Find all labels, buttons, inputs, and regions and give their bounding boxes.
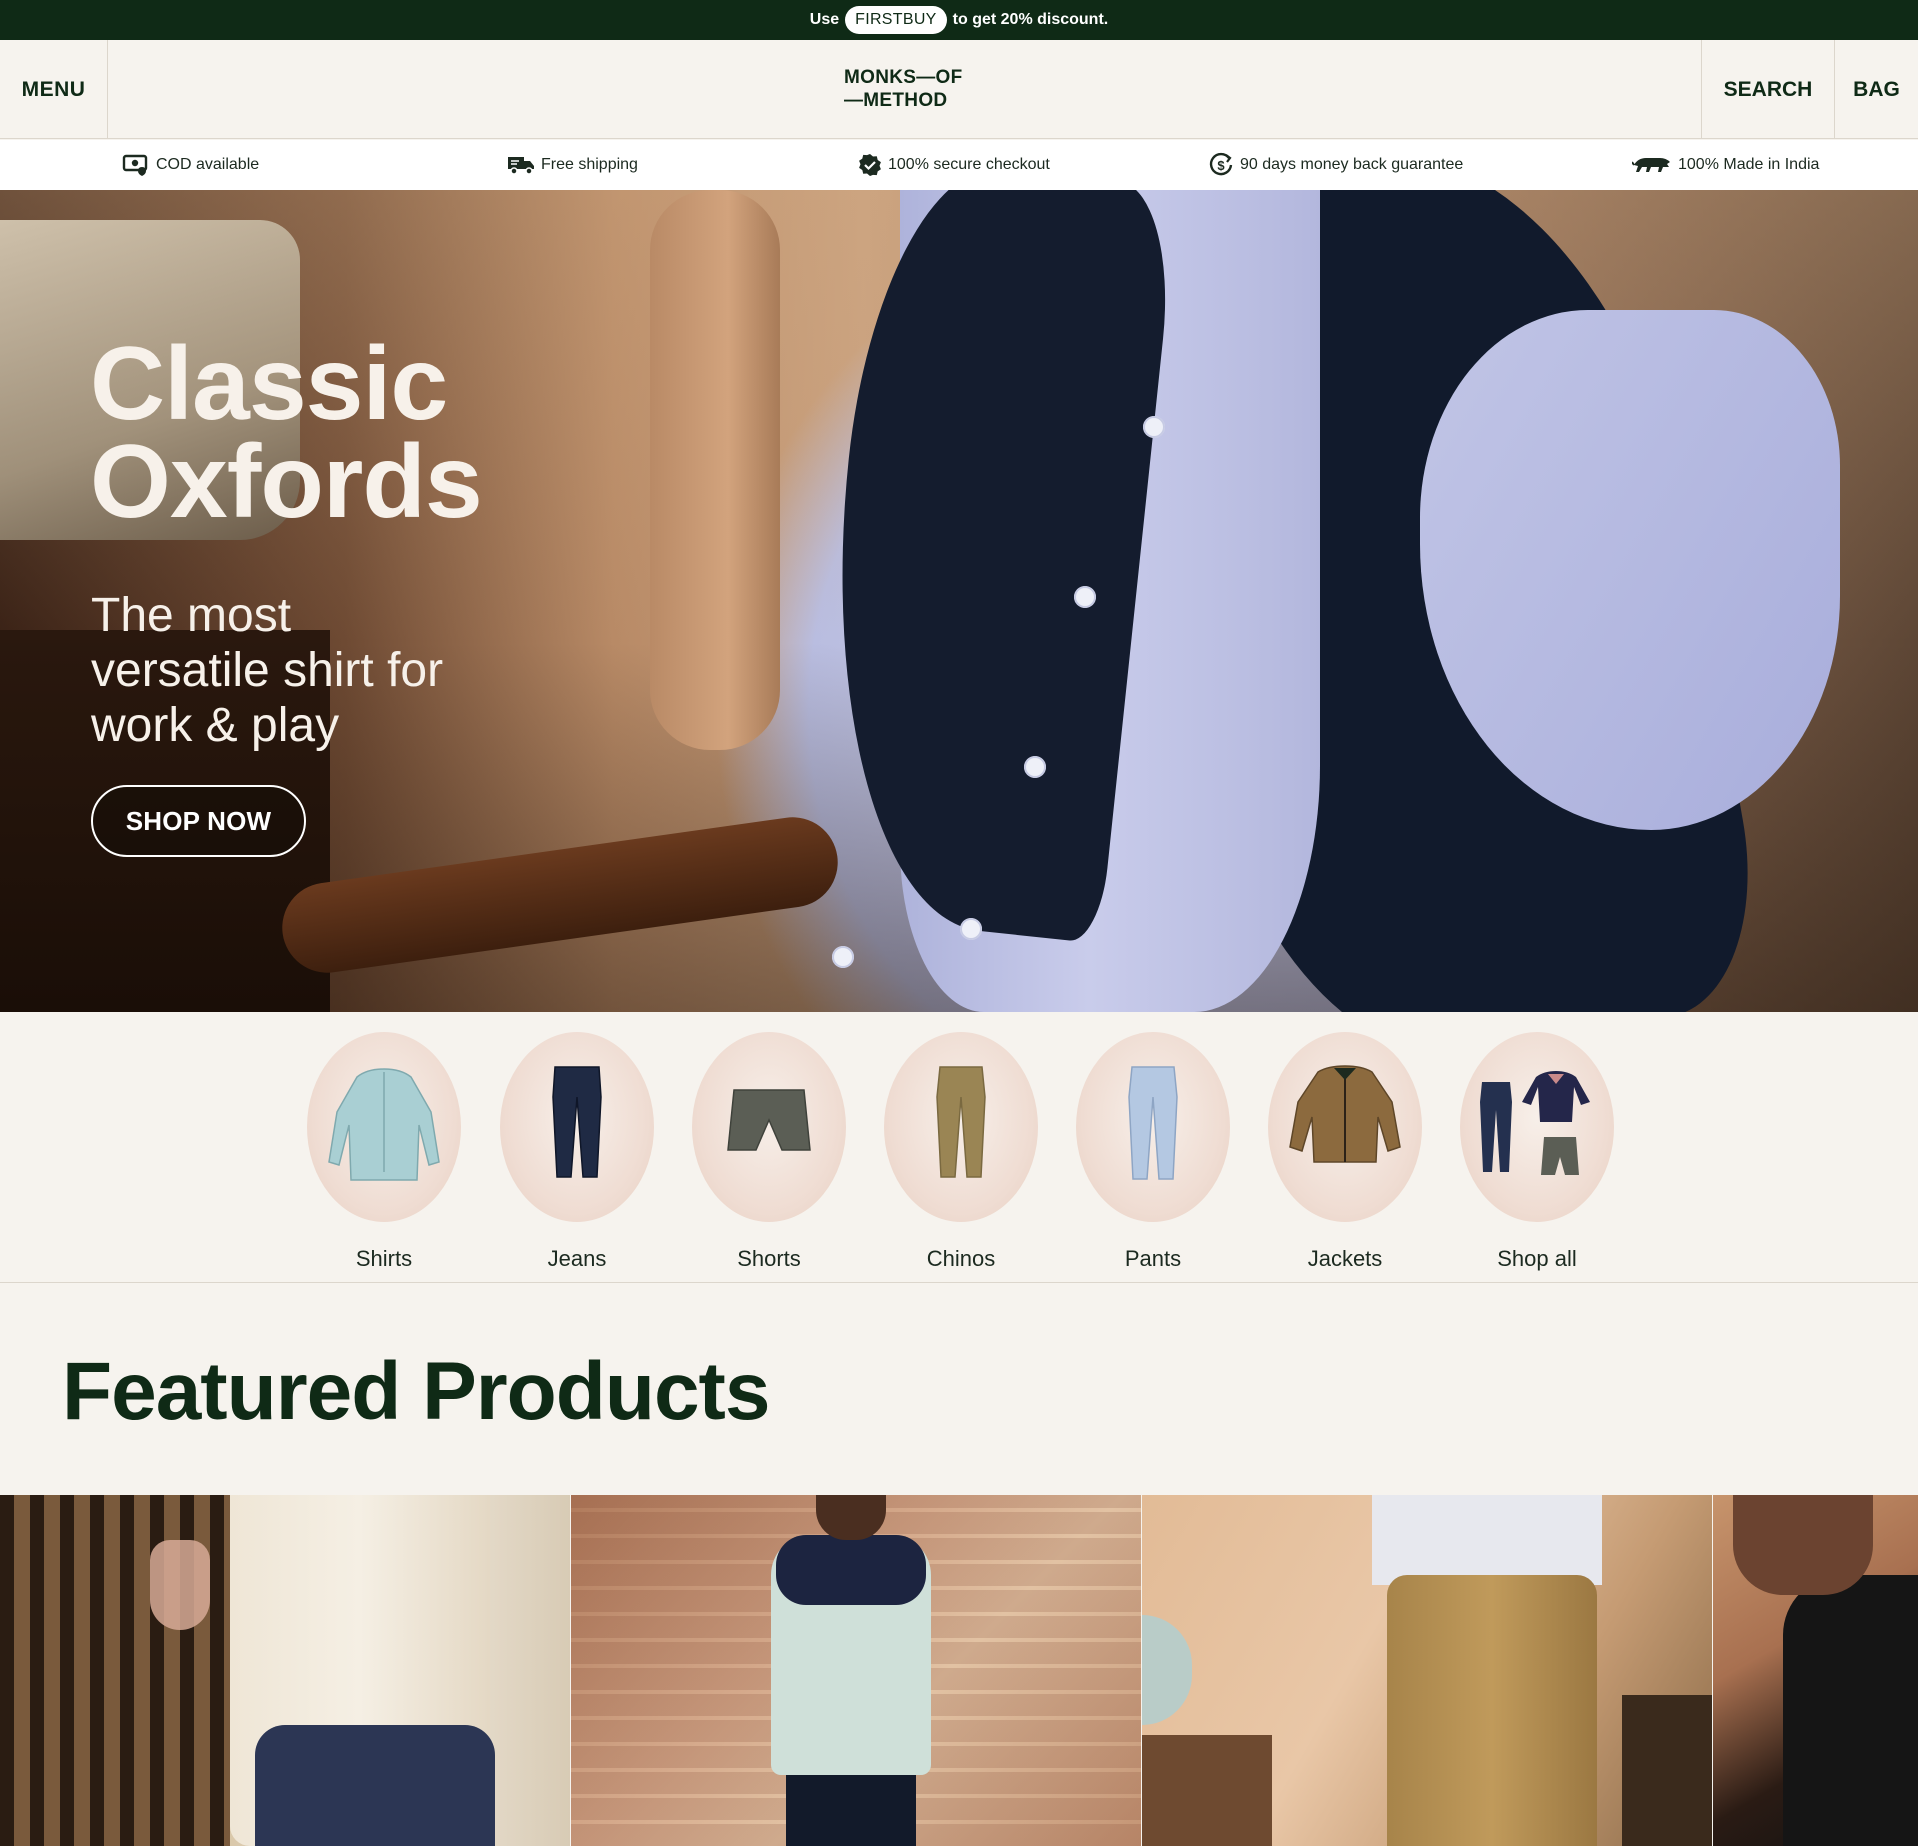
shirt-button-image bbox=[1143, 416, 1165, 438]
truck-icon bbox=[508, 157, 534, 175]
usp-shipping-label: Free shipping bbox=[541, 156, 638, 173]
category-strip: Shirts Jeans Shorts Chinos Pants Jackets… bbox=[0, 1012, 1918, 1283]
bag-button[interactable]: BAG bbox=[1834, 40, 1918, 139]
product-card-image[interactable] bbox=[0, 1495, 570, 1846]
usp-shipping: Free shipping bbox=[507, 140, 638, 190]
svg-text:$: $ bbox=[1217, 158, 1225, 173]
product-card-image[interactable] bbox=[1713, 1495, 1918, 1846]
search-button[interactable]: SEARCH bbox=[1701, 40, 1834, 139]
jeans-thumb-icon bbox=[500, 1032, 654, 1222]
category-chinos[interactable]: Chinos bbox=[884, 1032, 1040, 1282]
shorts-thumb-icon bbox=[692, 1032, 846, 1222]
money-back-icon: $ bbox=[1209, 152, 1233, 176]
shirt-button-image bbox=[832, 946, 854, 968]
product-card-image[interactable] bbox=[1142, 1495, 1712, 1846]
shirt-thumb-icon bbox=[307, 1032, 461, 1222]
shirt-button-image bbox=[960, 918, 982, 940]
product-card-image[interactable] bbox=[571, 1495, 1141, 1846]
category-jackets[interactable]: Jackets bbox=[1268, 1032, 1424, 1282]
trousers-image bbox=[786, 1775, 916, 1846]
category-label: Jackets bbox=[1307, 1246, 1383, 1271]
category-pants[interactable]: Pants bbox=[1076, 1032, 1232, 1282]
usp-bar: COD available Free shipping 100% secure … bbox=[0, 140, 1918, 190]
category-jeans[interactable]: Jeans bbox=[500, 1032, 656, 1282]
hero-arm-image bbox=[650, 190, 780, 750]
face-image bbox=[1733, 1495, 1873, 1595]
shop-all-thumb-icon bbox=[1460, 1032, 1614, 1222]
promo-code-badge[interactable]: FIRSTBUY bbox=[845, 6, 947, 34]
wine-glass-image bbox=[150, 1540, 210, 1630]
category-label: Shop all bbox=[1497, 1246, 1577, 1271]
frame-image bbox=[1622, 1695, 1712, 1846]
chinos-thumb-icon bbox=[884, 1032, 1038, 1222]
hero-banner[interactable]: Classic Oxfords The most versatile shirt… bbox=[0, 190, 1918, 1012]
shirt-button-image bbox=[1024, 756, 1046, 778]
category-shirts[interactable]: Shirts bbox=[307, 1032, 463, 1282]
jacket-thumb-icon bbox=[1268, 1032, 1422, 1222]
usp-made-in-india-label: 100% Made in India bbox=[1678, 156, 1820, 173]
logo-line-1: MONKS—OF bbox=[844, 67, 963, 88]
side-table-image bbox=[1142, 1735, 1272, 1846]
globe-image bbox=[1142, 1615, 1192, 1725]
usp-cod: COD available bbox=[122, 140, 259, 190]
usp-secure: 100% secure checkout bbox=[858, 140, 1050, 190]
verified-check-icon bbox=[859, 154, 881, 176]
usp-money-back: $ 90 days money back guarantee bbox=[1208, 140, 1463, 190]
hero-title-line-1: Classic bbox=[90, 326, 448, 442]
dark-shirt-image bbox=[1783, 1575, 1918, 1846]
hero-subtitle: The most versatile shirt for work & play bbox=[91, 589, 444, 752]
shop-now-button[interactable]: SHOP NOW bbox=[91, 785, 306, 857]
category-label: Shorts bbox=[737, 1246, 801, 1271]
hero-title-line-2: Oxfords bbox=[90, 424, 483, 540]
white-shirt-image bbox=[1372, 1495, 1602, 1585]
usp-cod-label: COD available bbox=[156, 156, 260, 173]
category-shorts[interactable]: Shorts bbox=[692, 1032, 848, 1282]
featured-products-heading: Featured Products bbox=[62, 1346, 770, 1437]
product-carousel bbox=[0, 1495, 1918, 1846]
hero-title: Classic Oxfords bbox=[90, 326, 483, 540]
cash-icon bbox=[122, 154, 148, 176]
promo-prefix: Use bbox=[809, 11, 840, 28]
lion-icon bbox=[1632, 158, 1670, 172]
menu-button[interactable]: MENU bbox=[0, 40, 108, 139]
pants-thumb-icon bbox=[1076, 1032, 1230, 1222]
usp-money-back-label: 90 days money back guarantee bbox=[1240, 156, 1464, 173]
trousers-image bbox=[255, 1725, 495, 1846]
category-label: Jeans bbox=[547, 1246, 607, 1271]
category-label: Chinos bbox=[926, 1246, 996, 1271]
category-shop-all[interactable]: Shop all bbox=[1460, 1032, 1616, 1282]
promo-suffix: to get 20% discount. bbox=[952, 11, 1109, 28]
promo-bar: Use FIRSTBUY to get 20% discount. bbox=[0, 0, 1918, 40]
category-label: Pants bbox=[1124, 1246, 1182, 1271]
site-header: MENU MONKS—OF —METHOD SEARCH BAG bbox=[0, 40, 1918, 139]
logo-line-2: —METHOD bbox=[844, 90, 948, 111]
sweater-image bbox=[776, 1535, 926, 1605]
category-label: Shirts bbox=[355, 1246, 413, 1271]
shirt-button-image bbox=[1074, 586, 1096, 608]
chinos-image bbox=[1387, 1575, 1597, 1846]
usp-made-in-india: 100% Made in India bbox=[1632, 140, 1819, 190]
brand-logo[interactable]: MONKS—OF —METHOD bbox=[844, 66, 966, 112]
usp-secure-label: 100% secure checkout bbox=[888, 156, 1050, 173]
